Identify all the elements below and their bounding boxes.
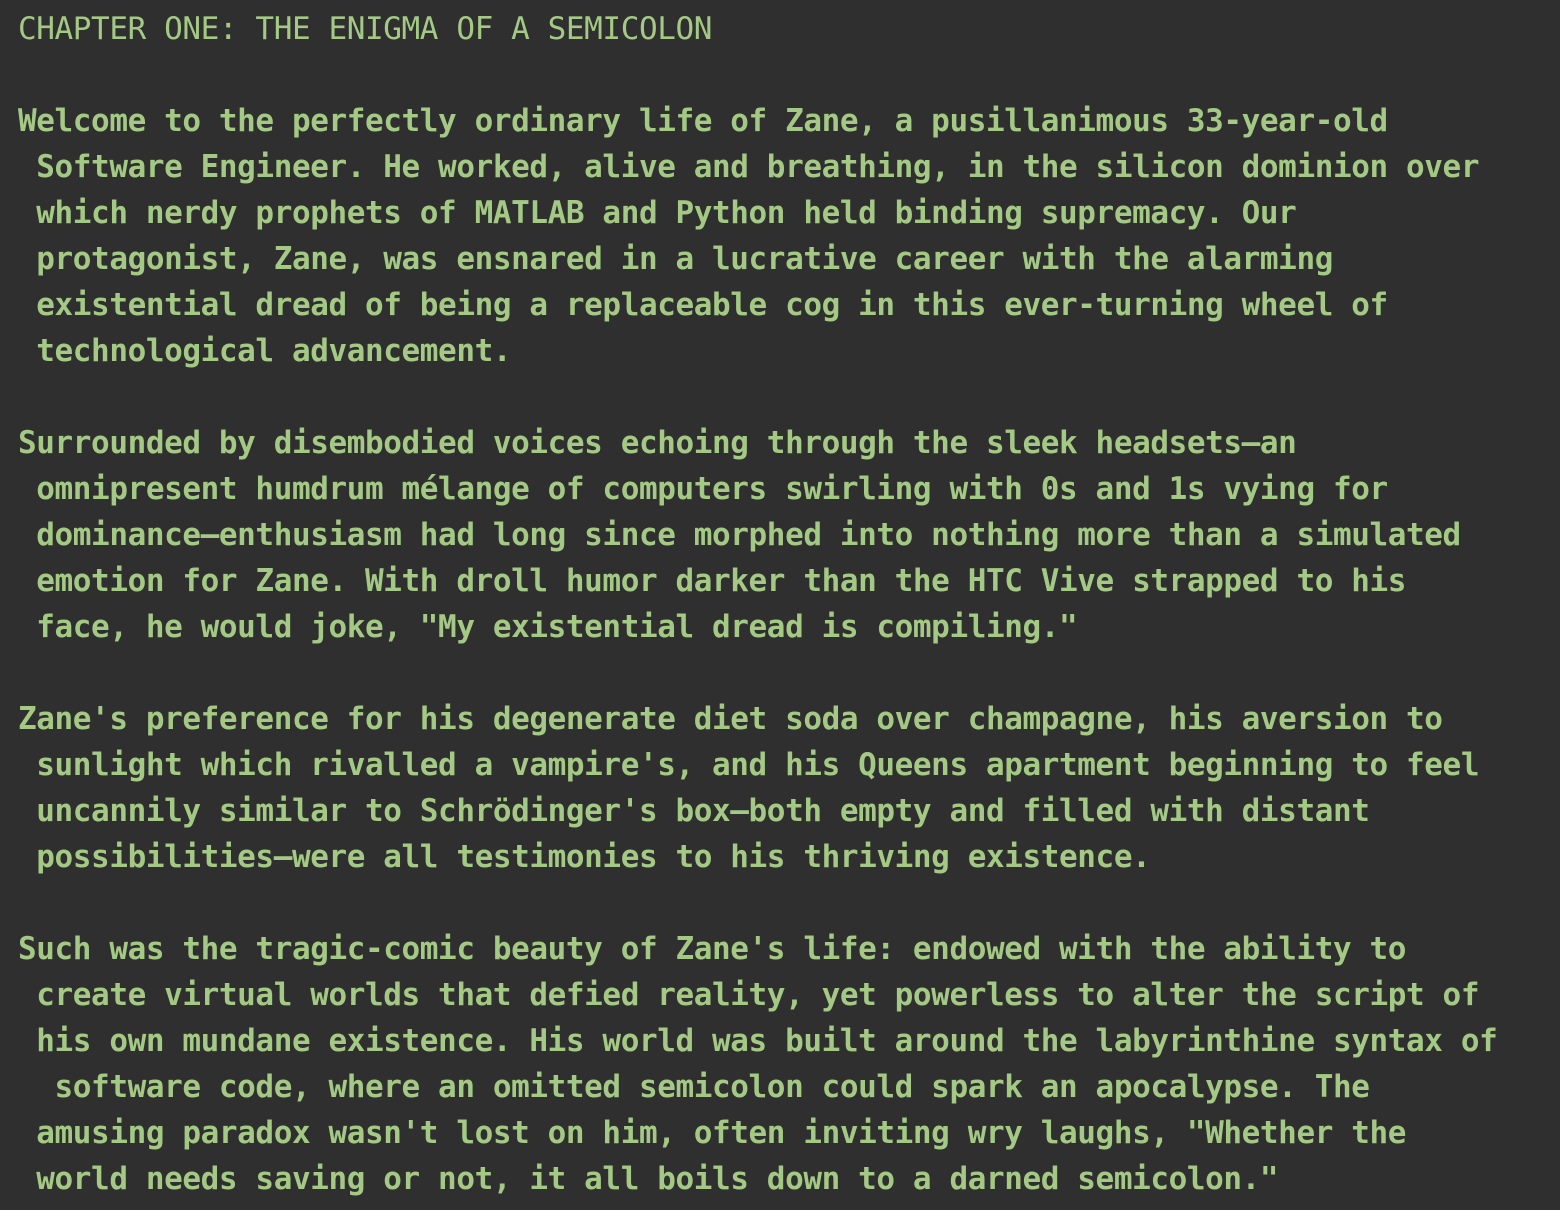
paragraph-1-line-4: protagonist, Zane, was ensnared in a luc… xyxy=(18,241,1333,277)
paragraph-3-line-1: Zane's preference for his degenerate die… xyxy=(18,701,1443,737)
paragraph-1-line-1: Welcome to the perfectly ordinary life o… xyxy=(18,103,1388,139)
paragraph-3-line-4: possibilities—were all testimonies to hi… xyxy=(18,839,1151,875)
paragraph-2-line-2: omnipresent humdrum mélange of computers… xyxy=(18,471,1388,507)
paragraph-4-line-3: his own mundane existence. His world was… xyxy=(18,1023,1498,1059)
paragraph-4-line-4: software code, where an omitted semicolo… xyxy=(18,1069,1370,1105)
paragraph-2-line-3: dominance—enthusiasm had long since morp… xyxy=(18,517,1461,553)
paragraph-3-line-3: uncannily similar to Schrödinger's box—b… xyxy=(18,793,1370,829)
paragraph-4-line-6: world needs saving or not, it all boils … xyxy=(18,1161,1279,1197)
paragraph-3-line-2: sunlight which rivalled a vampire's, and… xyxy=(18,747,1480,783)
paragraph-2-line-1: Surrounded by disembodied voices echoing… xyxy=(18,425,1297,461)
paragraph-1-line-6: technological advancement. xyxy=(18,333,512,369)
document: CHAPTER ONE: THE ENIGMA OF A SEMICOLON W… xyxy=(0,0,1560,1210)
paragraph-2-line-5: face, he would joke, "My existential dre… xyxy=(18,609,1078,645)
paragraph-1-line-5: existential dread of being a replaceable… xyxy=(18,287,1388,323)
paragraph-1-line-2: Software Engineer. He worked, alive and … xyxy=(18,149,1480,185)
paragraph-2-line-4: emotion for Zane. With droll humor darke… xyxy=(18,563,1407,599)
paragraph-1-line-3: which nerdy prophets of MATLAB and Pytho… xyxy=(18,195,1297,231)
chapter-title: CHAPTER ONE: THE ENIGMA OF A SEMICOLON xyxy=(18,11,713,47)
paragraph-4-line-5: amusing paradox wasn't lost on him, ofte… xyxy=(18,1115,1407,1151)
paragraph-4-line-2: create virtual worlds that defied realit… xyxy=(18,977,1480,1013)
paragraph-4-line-1: Such was the tragic-comic beauty of Zane… xyxy=(18,931,1407,967)
